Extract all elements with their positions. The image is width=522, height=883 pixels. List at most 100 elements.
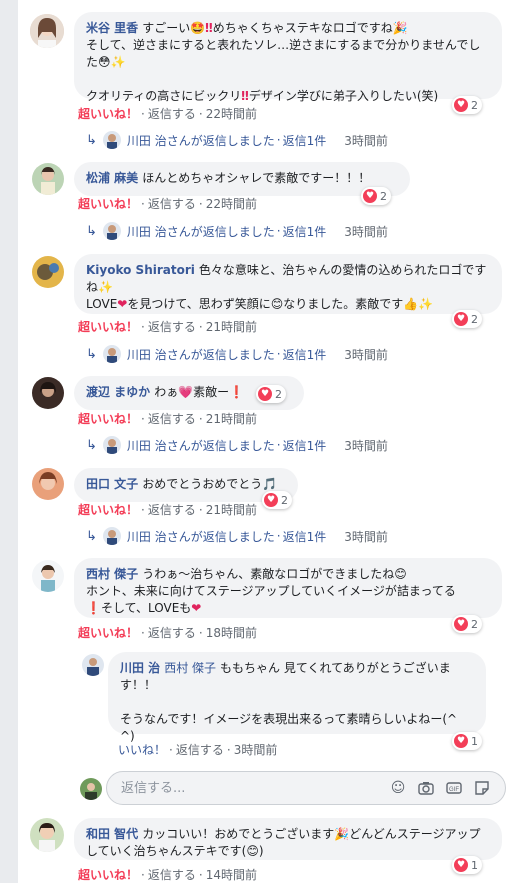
reply-link[interactable]: 返信する bbox=[148, 107, 196, 121]
comment-text: デザイン学びに弟子入りしたい(笑) bbox=[248, 89, 439, 103]
party-popper-emoji: 🎉 bbox=[392, 21, 408, 35]
comment-bubble: 米谷 里香 すごーい🤩‼めちゃくちゃステキなロゴですね🎉 そして、逆さまにすると表… bbox=[74, 12, 502, 103]
timestamp[interactable]: 22時間前 bbox=[206, 197, 257, 211]
reply-link[interactable]: 返信する bbox=[148, 626, 196, 640]
thread-time: 3時間前 bbox=[344, 224, 388, 239]
comment-text: なりました。素敵です bbox=[283, 297, 404, 311]
current-user-avatar bbox=[80, 778, 102, 800]
reaction-number: 2 bbox=[471, 98, 478, 112]
sticker-icon[interactable] bbox=[474, 780, 490, 796]
love-reaction-icon: ♥ bbox=[454, 858, 468, 872]
mentioned-user-tag[interactable]: 西村 傑子 bbox=[164, 661, 216, 675]
avatar[interactable] bbox=[32, 377, 64, 409]
reaction-number: 2 bbox=[471, 312, 478, 326]
thread-summary: 川田 治さんが返信しました bbox=[126, 438, 275, 453]
love-reaction-icon: ♥ bbox=[363, 189, 377, 203]
love-button[interactable]: 超いいね！ bbox=[78, 107, 138, 121]
commenter-name[interactable]: 松浦 麻美 bbox=[86, 171, 138, 185]
like-button[interactable]: いいね！ bbox=[118, 743, 166, 757]
avatar[interactable] bbox=[32, 256, 64, 288]
love-button[interactable]: 超いいね！ bbox=[78, 412, 138, 426]
comment-text: おめでとうおめでとう bbox=[142, 477, 263, 491]
love-reaction-icon: ♥ bbox=[454, 617, 468, 631]
reply-input-box[interactable]: ☺ GIF bbox=[106, 771, 506, 805]
reaction-count[interactable]: ♥ 1 bbox=[452, 732, 482, 750]
emoji-icon[interactable]: ☺ bbox=[390, 780, 406, 796]
comment-text: を見つけて、思わず笑顔に bbox=[127, 297, 271, 311]
love-button[interactable]: 超いいね！ bbox=[78, 868, 138, 882]
reply-arrow-icon: ↳ bbox=[86, 132, 97, 148]
timestamp[interactable]: 14時間前 bbox=[206, 868, 257, 882]
reply-thread-link[interactable]: ↳ 川田 治さんが返信しました · 返信1件 3時間前 bbox=[86, 527, 388, 545]
love-button[interactable]: 超いいね！ bbox=[78, 320, 138, 334]
thread-summary: 川田 治さんが返信しました bbox=[126, 224, 275, 239]
comment-text: めちゃくちゃステキなロゴですね bbox=[212, 21, 393, 35]
timestamp[interactable]: 22時間前 bbox=[206, 107, 257, 121]
timestamp[interactable]: 18時間前 bbox=[206, 626, 257, 640]
reaction-count[interactable]: ♥ 2 bbox=[361, 187, 391, 205]
camera-icon[interactable] bbox=[418, 780, 434, 796]
reply-arrow-icon: ↳ bbox=[86, 437, 97, 453]
reply-thread-link[interactable]: ↳ 川田 治さんが返信しました · 返信1件 3時間前 bbox=[86, 345, 388, 363]
reaction-count[interactable]: ♥ 2 bbox=[452, 310, 482, 328]
reply-arrow-icon: ↳ bbox=[86, 223, 97, 239]
reply-link[interactable]: 返信する bbox=[148, 503, 196, 517]
commenter-name[interactable]: 田口 文子 bbox=[86, 477, 138, 491]
commenter-name[interactable]: 和田 智代 bbox=[86, 827, 138, 841]
double-exclamation-emoji: ‼ bbox=[241, 89, 249, 103]
thread-summary: 川田 治さんが返信しました bbox=[126, 347, 275, 362]
love-reaction-icon: ♥ bbox=[454, 312, 468, 326]
reaction-number: 2 bbox=[275, 387, 282, 401]
sparkles-emoji: ✨ bbox=[110, 55, 126, 69]
commenter-name[interactable]: 西村 傑子 bbox=[86, 567, 138, 581]
timestamp[interactable]: 3時間前 bbox=[234, 743, 278, 757]
avatar[interactable] bbox=[30, 818, 64, 852]
replier-avatar[interactable] bbox=[82, 654, 104, 676]
commenter-name[interactable]: 渡辺 まゆか bbox=[86, 385, 150, 399]
reply-link[interactable]: 返信する bbox=[148, 412, 196, 426]
thread-time: 3時間前 bbox=[344, 529, 388, 544]
love-reaction-icon: ♥ bbox=[264, 493, 278, 507]
avatar[interactable] bbox=[30, 14, 64, 48]
gif-icon[interactable]: GIF bbox=[446, 780, 462, 796]
reaction-count[interactable]: ♥ 2 bbox=[262, 491, 292, 509]
timestamp[interactable]: 21時間前 bbox=[206, 320, 257, 334]
reply-input[interactable] bbox=[119, 780, 383, 797]
comment-actions: 超いいね！ · 返信する · 21時間前 bbox=[78, 503, 257, 517]
thread-summary: 川田 治さんが返信しました bbox=[126, 133, 275, 148]
exclamation-emoji: ❗ bbox=[86, 601, 101, 615]
love-button[interactable]: 超いいね！ bbox=[78, 503, 138, 517]
avatar[interactable] bbox=[32, 163, 64, 195]
commenter-name[interactable]: 米谷 里香 bbox=[86, 21, 138, 35]
thread-time: 3時間前 bbox=[344, 438, 388, 453]
reaction-count[interactable]: ♥ 2 bbox=[256, 385, 286, 403]
comment-bubble: 西村 傑子 うわぁ〜治ちゃん、素敵なロゴができましたね😊 ホント、未来に向けてステ… bbox=[74, 558, 502, 618]
avatar[interactable] bbox=[32, 560, 64, 592]
smiling-face-emoji: 😊 bbox=[394, 567, 407, 581]
timestamp[interactable]: 21時間前 bbox=[206, 503, 257, 517]
replier-name[interactable]: 川田 治 bbox=[120, 661, 160, 675]
love-button[interactable]: 超いいね！ bbox=[78, 626, 138, 640]
comment-text: すごーい bbox=[142, 21, 191, 35]
reaction-number: 1 bbox=[471, 734, 478, 748]
reaction-count[interactable]: ♥ 2 bbox=[452, 96, 482, 114]
reply-thread-link[interactable]: ↳ 川田 治さんが返信しました · 返信1件 3時間前 bbox=[86, 222, 388, 240]
reply-link[interactable]: 返信する bbox=[148, 320, 196, 334]
avatar[interactable] bbox=[32, 468, 64, 500]
comment-bubble: 和田 智代 カッコいい！おめでとうございます🎉どんどんステージアップしていく治ちゃ… bbox=[74, 818, 502, 860]
love-button[interactable]: 超いいね！ bbox=[78, 197, 138, 211]
reply-thread-link[interactable]: ↳ 川田 治さんが返信しました · 返信1件 3時間前 bbox=[86, 131, 388, 149]
star-struck-emoji: 🤩 bbox=[190, 21, 206, 35]
red-heart-emoji: ❤ bbox=[191, 601, 202, 615]
reaction-number: 1 bbox=[471, 858, 478, 872]
reply-link[interactable]: 返信する bbox=[148, 868, 196, 882]
reply-link[interactable]: 返信する bbox=[148, 197, 196, 211]
timestamp[interactable]: 21時間前 bbox=[206, 412, 257, 426]
reply-thread-link[interactable]: ↳ 川田 治さんが返信しました · 返信1件 3時間前 bbox=[86, 436, 388, 454]
reaction-count[interactable]: ♥ 1 bbox=[452, 856, 482, 874]
replier-avatar bbox=[102, 436, 121, 454]
commenter-name[interactable]: Kiyoko Shiratori bbox=[86, 263, 195, 277]
reaction-count[interactable]: ♥ 2 bbox=[452, 615, 482, 633]
reaction-number: 2 bbox=[281, 493, 288, 507]
reply-link[interactable]: 返信する bbox=[176, 743, 224, 757]
